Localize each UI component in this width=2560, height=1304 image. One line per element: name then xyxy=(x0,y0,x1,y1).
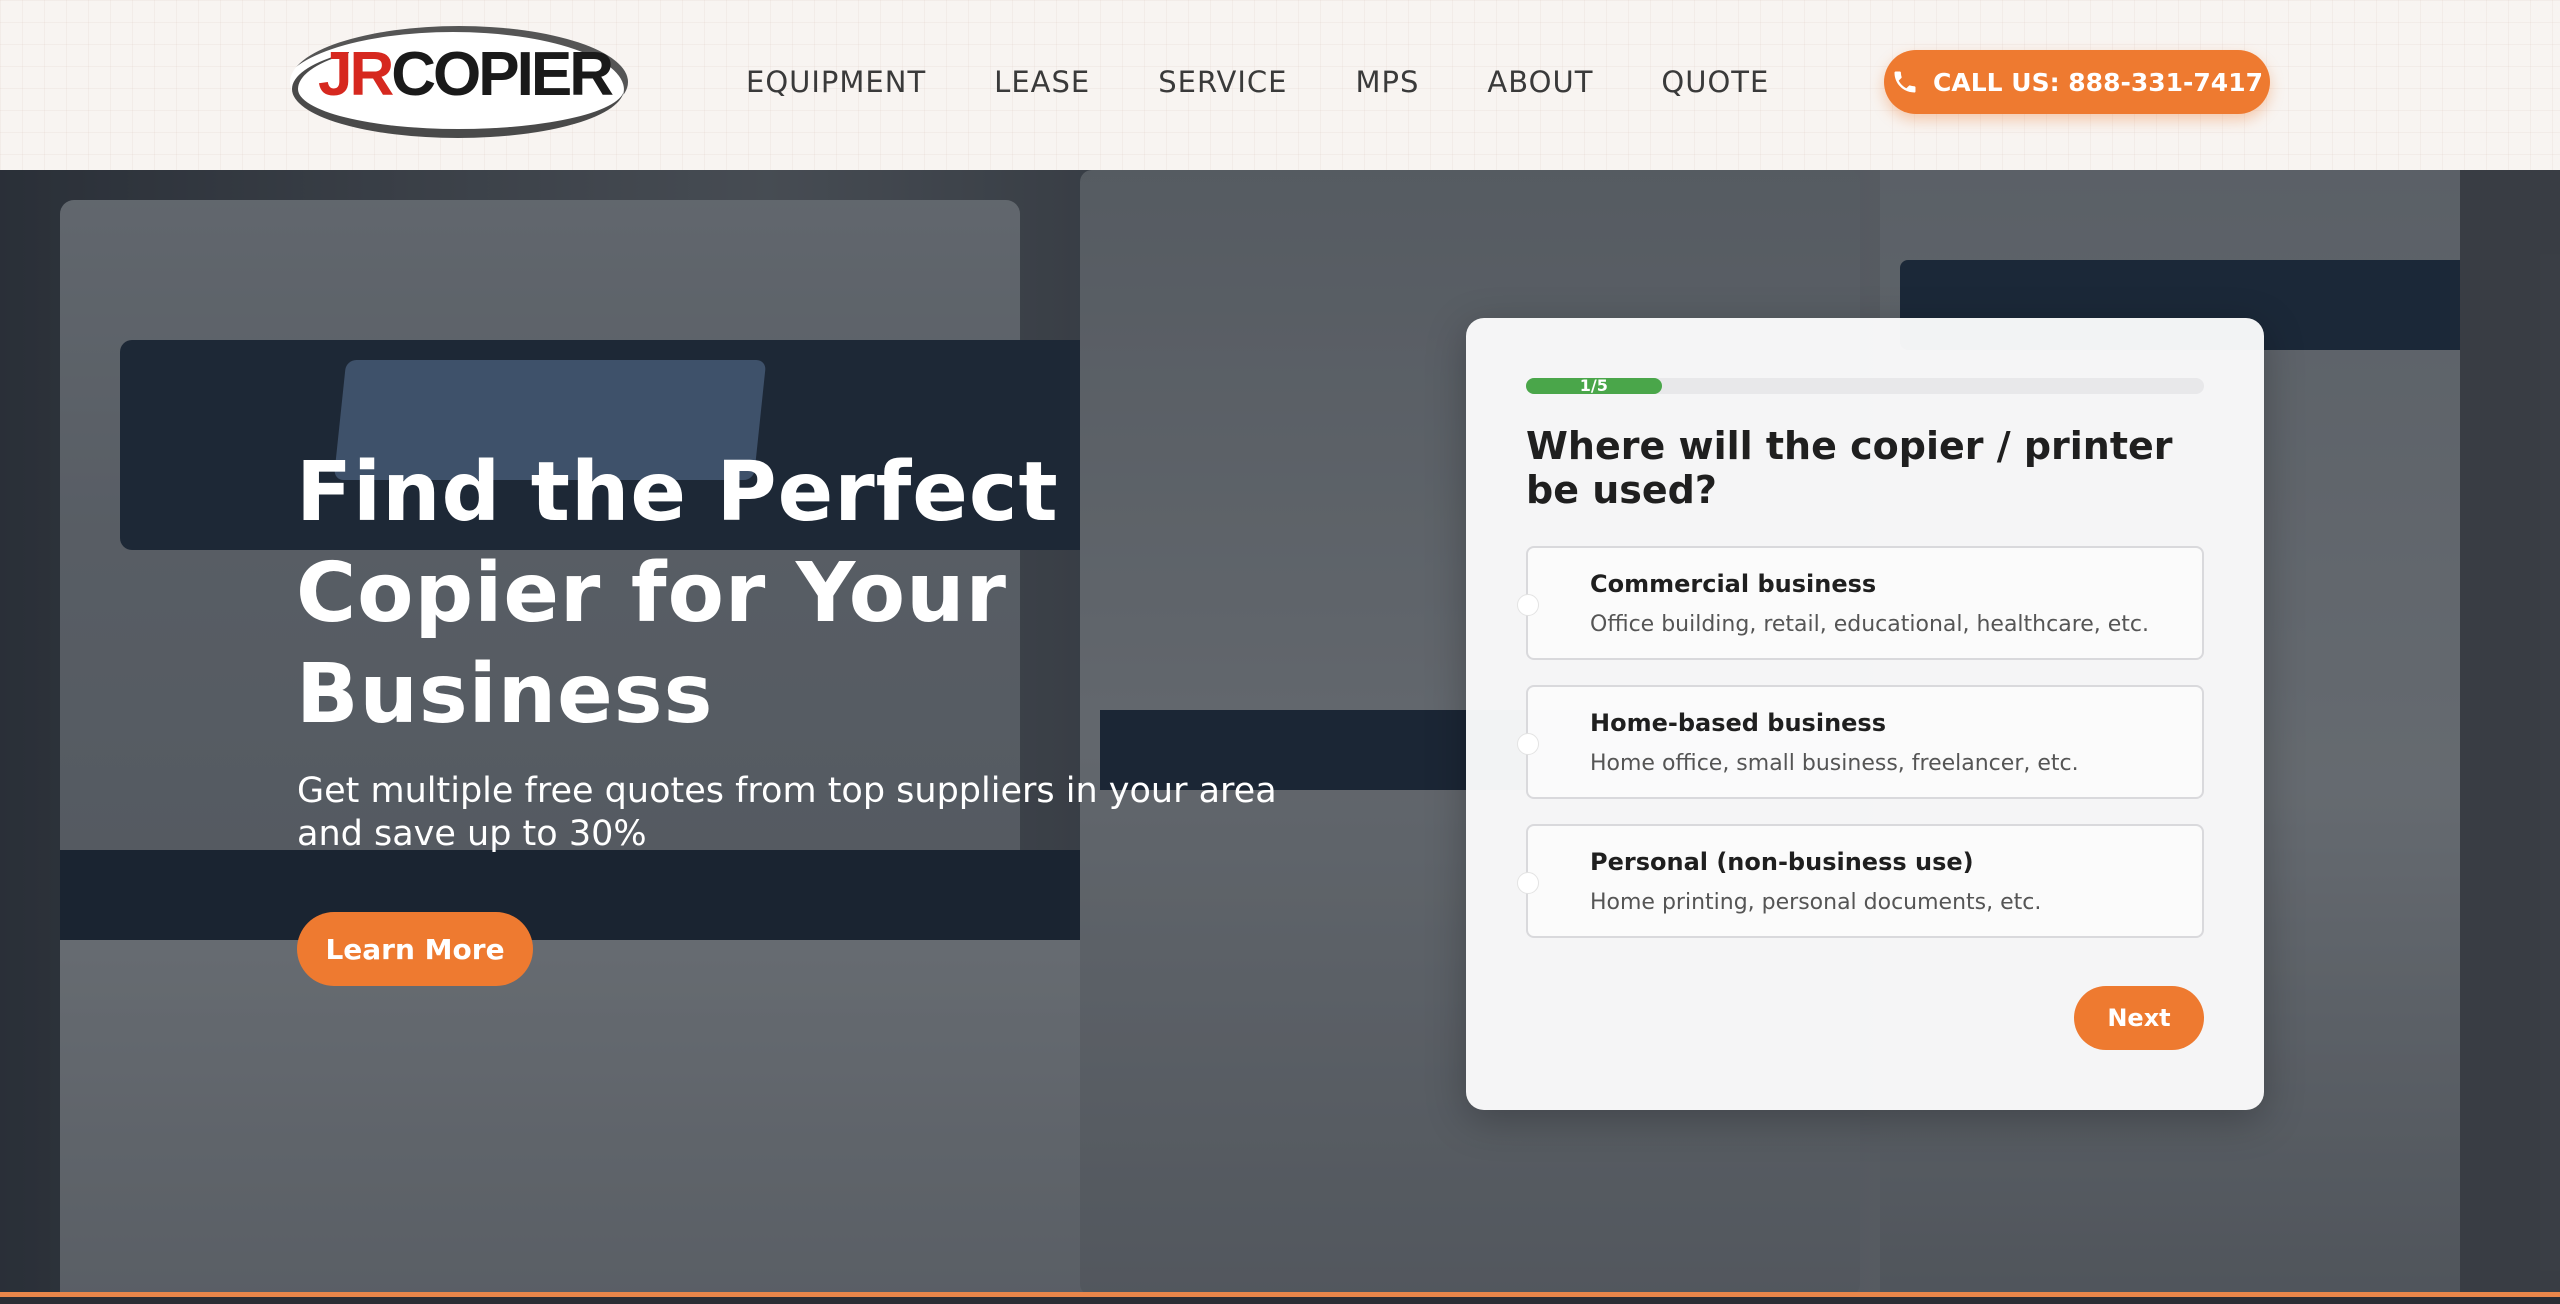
next-button[interactable]: Next xyxy=(2074,986,2204,1050)
logo[interactable]: JRCOPIER xyxy=(290,26,628,138)
option-commercial-business[interactable]: Commercial business Office building, ret… xyxy=(1517,546,2204,660)
progress-bar: 1/5 xyxy=(1526,378,2204,394)
logo-text: JRCOPIER xyxy=(318,44,614,106)
progress-fill: 1/5 xyxy=(1526,378,1662,394)
option-description: Office building, retail, educational, he… xyxy=(1590,612,2150,637)
bottom-border xyxy=(0,1292,2560,1304)
nav-about[interactable]: ABOUT xyxy=(1487,62,1593,102)
hero-title: Find the Perfect Copier for Your Busines… xyxy=(296,445,1059,742)
nav-quote[interactable]: QUOTE xyxy=(1661,62,1769,102)
hero-section: Find the Perfect Copier for Your Busines… xyxy=(0,170,2560,1296)
progress-label: 1/5 xyxy=(1579,376,1608,395)
quote-quiz-card: 1/5 Where will the copier / printer be u… xyxy=(1466,318,2264,1110)
radio-button[interactable] xyxy=(1517,594,1539,616)
nav-lease[interactable]: LEASE xyxy=(994,62,1090,102)
hero-subtitle: Get multiple free quotes from top suppli… xyxy=(297,771,1277,854)
option-title: Home-based business xyxy=(1590,709,1887,737)
nav-mps[interactable]: MPS xyxy=(1356,62,1420,102)
learn-more-button[interactable]: Learn More xyxy=(297,912,533,986)
option-personal-use[interactable]: Personal (non-business use) Home printin… xyxy=(1517,824,2204,938)
option-title: Personal (non-business use) xyxy=(1590,848,1974,876)
quiz-question: Where will the copier / printer be used? xyxy=(1526,424,2173,512)
nav-service[interactable]: SERVICE xyxy=(1158,62,1287,102)
option-home-based-business[interactable]: Home-based business Home office, small b… xyxy=(1517,685,2204,799)
option-description: Home printing, personal documents, etc. xyxy=(1590,890,2042,915)
phone-icon xyxy=(1891,68,1919,96)
call-button-label: CALL US: 888-331-7417 xyxy=(1933,67,2263,97)
option-description: Home office, small business, freelancer,… xyxy=(1590,751,2079,776)
option-title: Commercial business xyxy=(1590,570,1877,598)
logo-copier: COPIER xyxy=(391,40,614,109)
site-header: JRCOPIER EQUIPMENT LEASE SERVICE MPS ABO… xyxy=(0,0,2560,170)
nav-equipment[interactable]: EQUIPMENT xyxy=(746,62,926,102)
main-nav: EQUIPMENT LEASE SERVICE MPS ABOUT QUOTE xyxy=(746,62,1837,102)
radio-button[interactable] xyxy=(1517,872,1539,894)
logo-jr: JR xyxy=(318,40,394,109)
call-button[interactable]: CALL US: 888-331-7417 xyxy=(1884,50,2270,114)
radio-button[interactable] xyxy=(1517,733,1539,755)
